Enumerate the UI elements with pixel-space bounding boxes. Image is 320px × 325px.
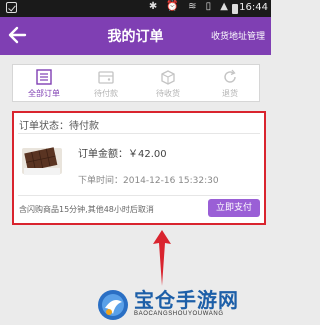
divider [18,133,260,134]
site-logo-icon [98,290,128,320]
status-bar: ✱ ⏰ ≋ ▯ ▲ 16:44 [0,0,271,17]
pay-now-button[interactable]: 立即支付 [208,199,260,217]
tab-all-orders[interactable]: 全部订单 [13,65,75,101]
status-icons: ✱ ⏰ ≋ ▯ ▲ [148,1,231,12]
arrow-left-icon [8,26,27,44]
annotation-arrow-icon [153,230,171,286]
tab-returns[interactable]: 退货 [199,65,261,101]
tab-label: 全部订单 [28,89,60,98]
app-header: 我的订单 收货地址管理 [0,17,271,55]
chocolate-bar-image [22,147,62,175]
back-button[interactable] [6,22,28,48]
battery-icon [232,4,238,14]
tab-label: 退货 [222,89,238,98]
status-time: 16:44 [239,2,268,13]
watermark-subtitle: BAOCANGSHOUYOUWANG [134,311,224,317]
list-icon [36,69,52,85]
order-amount: 订单金额：￥42.00 [78,149,167,160]
order-time: 下单时间：2014-12-16 15:32:30 [78,176,219,186]
order-tabs: 全部订单 待付款 待收货 退货 [12,64,260,102]
watermark-title: 宝仓手游网 [134,288,239,312]
wallet-icon [98,71,114,84]
package-icon [161,70,175,85]
notification-check-icon [6,2,17,13]
order-card[interactable]: 订单状态：待付款 订单金额：￥42.00 下单时间：2014-12-16 15:… [12,111,266,225]
address-management-link[interactable]: 收货地址管理 [211,29,265,42]
tab-pending-payment[interactable]: 待付款 [75,65,137,101]
tab-label: 待付款 [94,89,118,98]
order-status: 订单状态：待付款 [19,121,99,132]
tab-label: 待收货 [156,89,180,98]
divider [18,195,260,196]
refresh-icon [224,69,236,83]
watermark: 宝仓手游网 BAOCANGSHOUYOUWANG [92,284,270,324]
cancel-notice: 含闪购商品15分钟,其他48小时后取消 [19,205,154,214]
tab-pending-receipt[interactable]: 待收货 [137,65,199,101]
